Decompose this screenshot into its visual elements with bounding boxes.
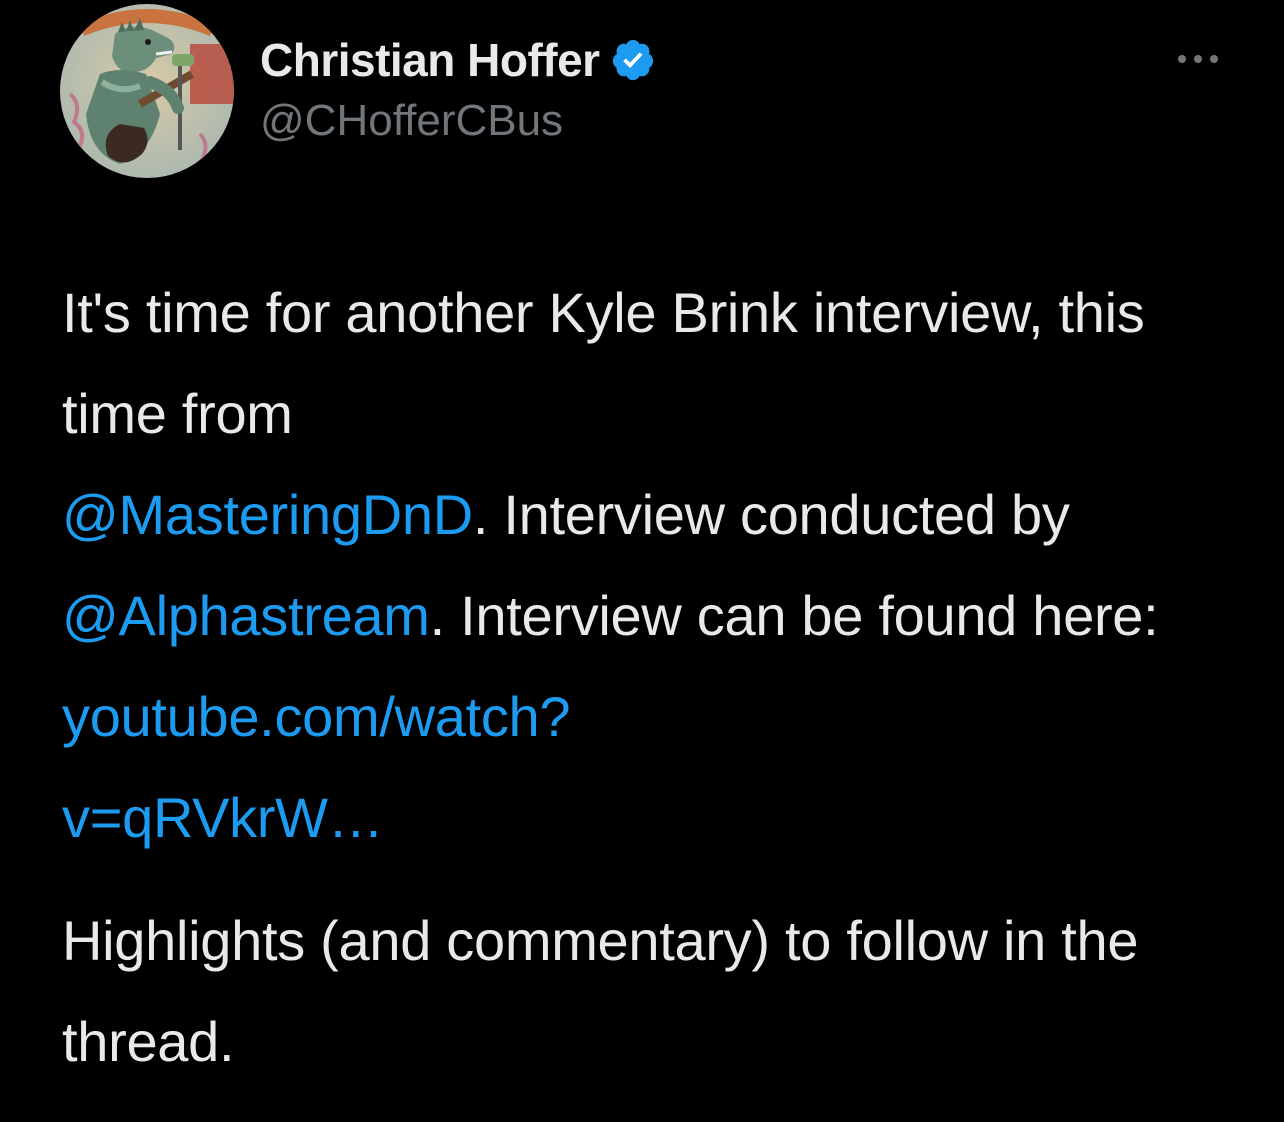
text-segment: . Interview conducted by — [472, 483, 1070, 546]
url-link-continued[interactable]: v=qRVkrW… — [62, 786, 384, 849]
author-handle[interactable]: @CHofferCBus — [260, 96, 563, 146]
mention-link-masteringdnd[interactable]: @MasteringDnD — [62, 483, 473, 546]
text-segment: . Interview can be found here: — [429, 584, 1159, 647]
more-horizontal-icon[interactable] — [1168, 42, 1228, 76]
tweet-paragraph: Highlights (and commentary) to follow in… — [62, 890, 1242, 1092]
tweet-text: It's time for another Kyle Brink intervi… — [62, 262, 1242, 1092]
avatar-illustration — [60, 4, 234, 178]
text-segment: Highlights (and commentary) to follow in… — [62, 909, 1139, 1073]
tweet-paragraph: It's time for another Kyle Brink intervi… — [62, 262, 1242, 868]
url-link[interactable]: youtube.com/watch? — [62, 685, 571, 748]
tweet[interactable]: Christian Hoffer @CHofferCBus It's time … — [0, 0, 1284, 1122]
author-display-name[interactable]: Christian Hoffer — [260, 33, 600, 87]
avatar[interactable] — [60, 4, 234, 178]
mention-link-alphastream[interactable]: @Alphastream — [62, 584, 430, 647]
verified-badge-icon — [610, 37, 656, 83]
author-name-row: Christian Hoffer — [260, 30, 656, 90]
text-segment: It's time for another Kyle Brink intervi… — [62, 281, 1145, 445]
